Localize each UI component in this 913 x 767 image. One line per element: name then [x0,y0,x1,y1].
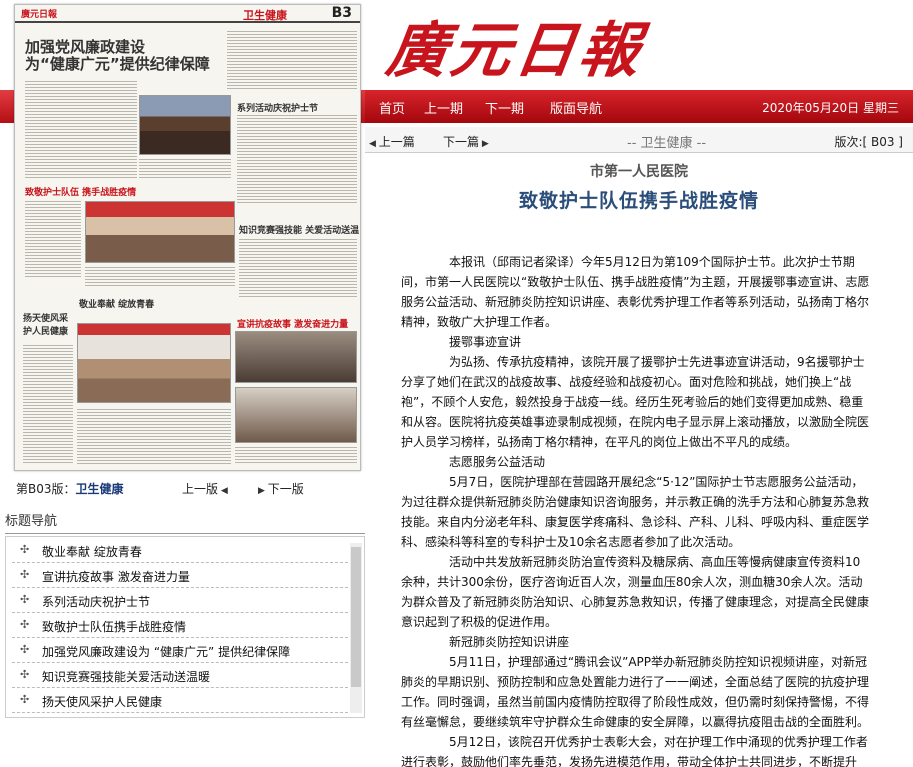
title-nav-item-label: 致敬护士队伍携手战胜疫情 [42,620,187,634]
paper-headline-line2: 为“健康广元”提供纪律保障 [25,55,210,73]
paper-photo-1 [139,95,231,155]
bullet-icon: ✣ [20,593,30,606]
paper-photo-5 [235,387,357,443]
prev-page-label: 上一版 [182,482,219,496]
paper-text-col [25,199,81,279]
paper-photo-2 [85,201,235,263]
article-subheading: 志愿服务公益活动 [449,455,546,469]
article-subheading: 新冠肺炎防控知识讲座 [449,635,570,649]
article-paragraph: 5月12日，该院召开优秀护士表彰大会，对在护理工作中涌现的优秀护理工作者进行表彰… [401,735,868,767]
title-nav-item[interactable]: ✣ 宣讲抗疫故事 激发奋进力量 [12,563,348,588]
nav-layout[interactable]: 版面导航 [550,98,602,117]
bullet-icon: ✣ [20,543,30,556]
title-nav-item-label: 宣讲抗疫故事 激发奋进力量 [42,570,190,584]
article-page-info: 版次:[ B03 ] [834,135,903,149]
paper-text-col [139,157,231,179]
article-paragraph: 活动中共发放新冠肺炎防治宣传资料及糖尿病、高血压等慢病健康宣传资料10余种，共计… [401,555,870,629]
issue-date: 2020年05月20日 星期三 [762,101,899,115]
page-label-name: 卫生健康 [75,482,124,496]
paper-text-col [239,237,357,297]
newspaper-page-image[interactable]: 廣元日報 卫生健康 B3 加强党风廉政建设 为“健康广元”提供纪律保障 系列活动… [14,4,361,471]
title-nav-item[interactable]: ✣ 知识竞赛强技能关爱活动送温暖 [12,663,348,688]
prev-page-link[interactable]: 上一版 ◀ [182,480,228,497]
title-nav-item[interactable]: ✣ 扬天使风采护人民健康 [12,688,348,713]
arrow-left-icon: ◀ [218,486,228,496]
article-subtitle: 市第一人民医院 [590,164,688,180]
article-body: 本报讯（邱雨记者梁译）今年5月12日为第109个国际护士节。此次护士节期间，市第… [401,252,871,767]
article-nav-bar: ◀ 上一篇 下一篇 ▶ -- 卫生健康 -- 版次:[ B03 ] [365,127,913,153]
paper-box-text [227,29,357,91]
prev-article-label: 上一篇 [378,135,415,149]
nav-home[interactable]: 首页 [379,98,405,117]
title-nav-item-label: 知识竞赛强技能关爱活动送温暖 [42,670,211,684]
nav-next-issue[interactable]: 下一期 [485,98,524,117]
next-page-label: 下一版 [267,482,304,496]
nav-prev-issue[interactable]: 上一期 [424,98,463,117]
title-nav-item-label: 加强党风廉政建设为 “健康广元” 提供纪律保障 [42,645,291,659]
top-nav-bar: 首页 上一期 下一期 版面导航 2020年05月20日 星期三 [365,90,913,123]
paper-page-number: B3 [331,5,352,21]
paper-photo-4 [235,331,357,383]
arrow-right-icon: ▶ [258,486,268,496]
paper-header: 廣元日報 卫生健康 B3 [15,5,360,23]
title-nav-list: ✣ 敬业奉献 绽放青春 ✣ 宣讲抗疫故事 激发奋进力量 ✣ 系列活动庆祝护士节 ✣ 致敬… [5,536,365,718]
paper-text-col [25,79,137,179]
arrow-right-icon: ▶ [479,139,489,149]
article-paragraph: 5月11日，护理部通过“腾讯会议”APP举办新冠肺炎防控知识视频讲座，对新冠肺炎… [401,655,870,729]
paper-section: 卫生健康 [243,9,287,22]
newspaper-logo: 廣元日報 [382,16,649,86]
bullet-icon: ✣ [20,618,30,631]
scrollbar-thumb[interactable] [351,547,361,687]
title-nav-item-label: 扬天使风采护人民健康 [42,695,163,709]
paper-text-col [85,265,235,287]
title-nav-scrollbar[interactable] [350,543,362,713]
paper-logo: 廣元日報 [21,10,58,20]
bullet-icon: ✣ [20,643,30,656]
title-nav-item[interactable]: ✣ 致敬护士队伍携手战胜疫情 [12,613,348,638]
bullet-icon: ✣ [20,668,30,681]
title-nav-item[interactable]: ✣ 系列活动庆祝护士节 [12,588,348,613]
paper-text-col [77,407,231,465]
current-page-label: 第B03版：卫生健康 [16,480,124,497]
title-nav-header: 标题导航 [5,510,365,534]
next-article-label: 下一篇 [443,135,480,149]
article-paragraph: 本报讯（邱雨记者梁译）今年5月12日为第109个国际护士节。此次护士节期间，市第… [401,255,870,329]
article-title: 致敬护士队伍携手战胜疫情 [518,190,759,212]
article-section: -- 卫生健康 -- [627,136,707,151]
arrow-left-icon: ◀ [369,139,379,149]
paper-text-col [23,343,73,463]
paper-small-head[interactable]: 宣讲抗疫故事 激发奋进力量 [237,317,348,330]
paper-text-col [237,113,357,203]
paper-small-head[interactable]: 致敬护士队伍 携手战胜疫情 [25,185,136,198]
bullet-icon: ✣ [20,568,30,581]
bullet-icon: ✣ [20,693,30,706]
paper-small-head[interactable]: 敬业奉献 绽放青春 [79,297,154,310]
article-paragraph: 为弘扬、传承抗疫精神，该院开展了援鄂护士先进事迹宣讲活动，9名援鄂护士分享了她们… [401,355,870,449]
prev-article-link[interactable]: ◀ 上一篇 [369,133,415,150]
paper-headline-line1: 加强党风廉政建设 [25,38,146,56]
title-nav-item[interactable]: ✣ 敬业奉献 绽放青春 [12,538,348,563]
paper-photo-3 [77,323,231,403]
next-article-link[interactable]: 下一篇 ▶ [443,133,489,150]
page-label-prefix: 第B03版： [16,482,76,496]
paper-text-col [235,445,357,465]
paper-small-head[interactable]: 扬天使风采护人民健康 [23,311,73,337]
article-subheading: 援鄂事迹宣讲 [449,335,522,349]
title-nav-item[interactable]: ✣ 加强党风廉政建设为 “健康广元” 提供纪律保障 [12,638,348,663]
article-paragraph: 5月7日，医院护理部在营园路开展纪念“5·12”国际护士节志愿服务公益活动，为过… [401,475,870,549]
title-nav-item-label: 敬业奉献 绽放青春 [42,545,142,559]
title-nav-item-label: 系列活动庆祝护士节 [42,595,151,609]
next-page-link[interactable]: ▶ 下一版 [258,480,304,497]
paper-headline[interactable]: 加强党风廉政建设 为“健康广元”提供纪律保障 [25,39,210,73]
